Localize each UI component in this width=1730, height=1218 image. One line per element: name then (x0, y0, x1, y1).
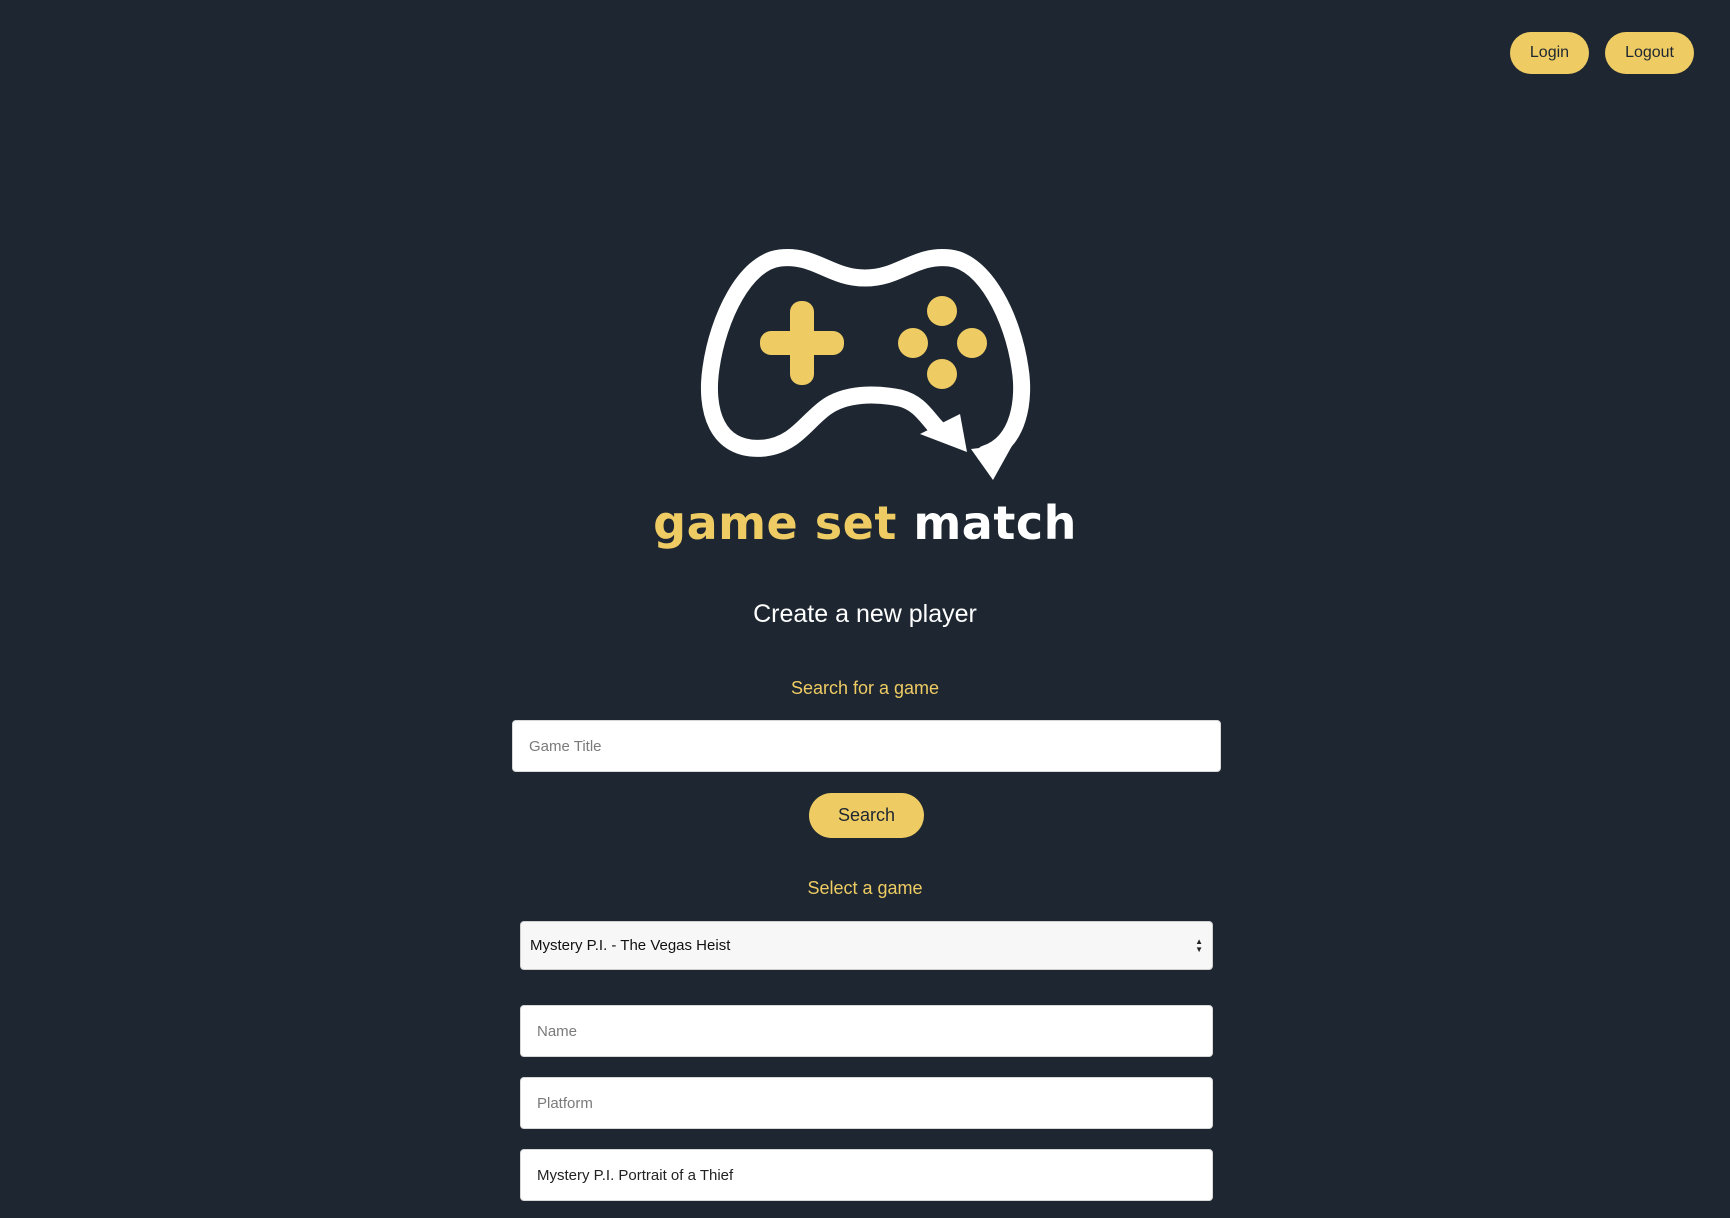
top-nav: Login Logout (1509, 32, 1694, 74)
game-name-input[interactable] (520, 1149, 1213, 1201)
game-select-value: Mystery P.I. - The Vegas Heist (530, 937, 731, 954)
platform-input[interactable] (520, 1077, 1213, 1129)
updown-arrows-icon: ▲ ▼ (1195, 937, 1203, 954)
login-button[interactable]: Login (1509, 32, 1590, 74)
search-label: Search for a game (790, 678, 940, 698)
game-controller-icon (700, 249, 1031, 480)
select-game-label: Select a game (807, 878, 923, 898)
wordmark-game: game (653, 496, 799, 550)
wordmark: game set match (0, 496, 1730, 550)
name-input[interactable] (520, 1005, 1213, 1057)
wordmark-match: match (913, 496, 1077, 550)
logout-button[interactable]: Logout (1605, 32, 1694, 74)
logo (0, 248, 1730, 488)
game-select[interactable]: Mystery P.I. - The Vegas Heist ▲ ▼ (520, 921, 1213, 970)
game-title-input[interactable] (512, 720, 1221, 772)
search-button[interactable]: Search (809, 793, 924, 838)
page-title: Create a new player (753, 600, 977, 628)
wordmark-set: set (814, 496, 897, 550)
